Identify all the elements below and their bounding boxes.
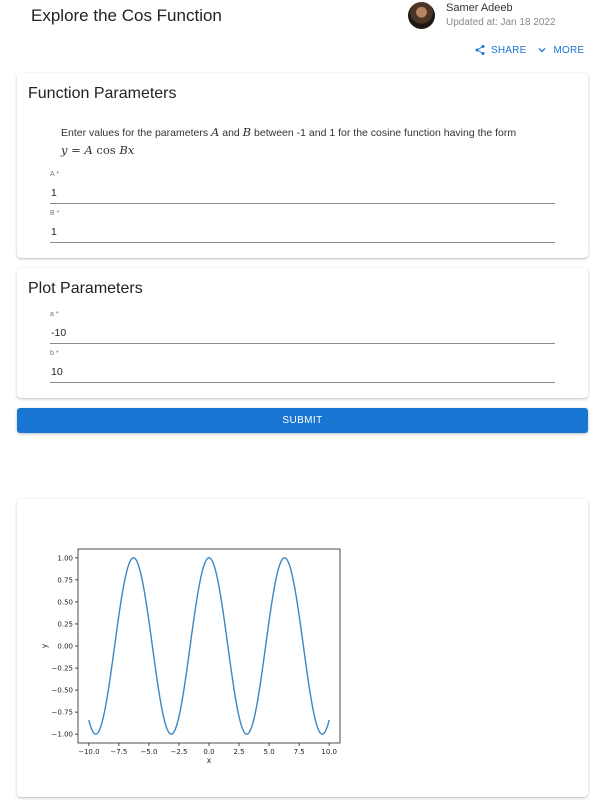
desc-text-1: Enter values for the parameters bbox=[61, 127, 211, 139]
x-tick-label: 7.5 bbox=[294, 748, 305, 756]
formula-A: A bbox=[84, 143, 93, 157]
field-B-label: B * bbox=[50, 210, 60, 217]
desc-text-2: between -1 and 1 for the cosine function… bbox=[251, 127, 517, 139]
function-description: Enter values for the parameters A and B … bbox=[61, 124, 561, 160]
updated-date: Updated at: Jan 18 2022 bbox=[446, 17, 556, 28]
submit-button[interactable]: SUBMIT bbox=[17, 408, 588, 433]
avatar[interactable] bbox=[408, 2, 435, 29]
header-actions: SHARE MORE bbox=[474, 44, 584, 56]
x-tick-label: −7.5 bbox=[110, 748, 127, 756]
x-tick-label: 0.0 bbox=[203, 748, 214, 756]
plot-parameters-card: Plot Parameters a * b * bbox=[17, 268, 588, 398]
chevron-down-icon bbox=[539, 48, 546, 53]
field-b-label: b * bbox=[50, 350, 59, 357]
formula-Bx: Bx bbox=[119, 143, 135, 157]
formula: y = A cos Bx bbox=[61, 143, 134, 157]
x-tick-label: −5.0 bbox=[140, 748, 157, 756]
more-label: MORE bbox=[553, 44, 585, 56]
x-axis-label: x bbox=[207, 756, 212, 765]
author-info: Samer Adeeb Updated at: Jan 18 2022 bbox=[408, 2, 608, 32]
y-tick-label: 0.50 bbox=[57, 598, 73, 606]
x-tick-label: 2.5 bbox=[233, 748, 244, 756]
share-button[interactable]: SHARE bbox=[474, 44, 526, 56]
y-tick-label: −0.75 bbox=[52, 709, 73, 717]
field-b: b * bbox=[50, 350, 555, 383]
a-input[interactable] bbox=[50, 321, 555, 344]
page-title: Explore the Cos Function bbox=[31, 6, 222, 25]
b-input[interactable] bbox=[50, 360, 555, 383]
share-icon bbox=[475, 45, 485, 55]
cos-series-line bbox=[88, 557, 330, 735]
function-parameters-title: Function Parameters bbox=[28, 85, 177, 102]
x-tick-label: 5.0 bbox=[264, 748, 275, 756]
formula-eq: = bbox=[67, 143, 85, 157]
plot-parameters-title: Plot Parameters bbox=[28, 280, 143, 297]
y-tick-label: 0.00 bbox=[57, 643, 73, 651]
field-A-label: A * bbox=[50, 171, 59, 178]
y-tick-label: −1.00 bbox=[52, 731, 73, 739]
x-tick-label: −10.0 bbox=[78, 748, 99, 756]
y-tick-label: −0.50 bbox=[52, 687, 73, 695]
x-tick-label: −2.5 bbox=[170, 748, 187, 756]
field-a: a * bbox=[50, 311, 555, 344]
author-name[interactable]: Samer Adeeb bbox=[446, 2, 513, 14]
B-input[interactable] bbox=[50, 220, 555, 243]
function-parameters-card: Function Parameters Enter values for the… bbox=[17, 73, 588, 258]
field-B: B * bbox=[50, 210, 555, 243]
field-a-label: a * bbox=[50, 311, 59, 318]
field-A: A * bbox=[50, 171, 555, 204]
y-tick-label: 0.25 bbox=[57, 620, 73, 628]
y-tick-label: 1.00 bbox=[57, 554, 73, 562]
share-label: SHARE bbox=[491, 44, 527, 56]
formula-cos: cos bbox=[92, 143, 120, 157]
y-axis-label: y bbox=[40, 643, 49, 648]
A-input[interactable] bbox=[50, 181, 555, 204]
y-tick-label: 0.75 bbox=[57, 576, 73, 584]
param-b-symbol: B bbox=[242, 125, 252, 139]
more-button[interactable]: MORE bbox=[536, 44, 584, 56]
y-tick-label: −0.25 bbox=[52, 665, 73, 673]
plot-frame bbox=[77, 548, 341, 744]
desc-and: and bbox=[219, 127, 243, 139]
cosine-plot: −10.0 −7.5 −5.0 −2.5 0.0 2.5 5.0 7.5 10.0 −1.00 −0… bbox=[40, 548, 341, 765]
plot-card: −10.0 −7.5 −5.0 −2.5 0.0 2.5 5.0 7.5 10.0 −1.00 −0… bbox=[17, 499, 588, 797]
x-tick-label: 10.0 bbox=[321, 748, 337, 756]
